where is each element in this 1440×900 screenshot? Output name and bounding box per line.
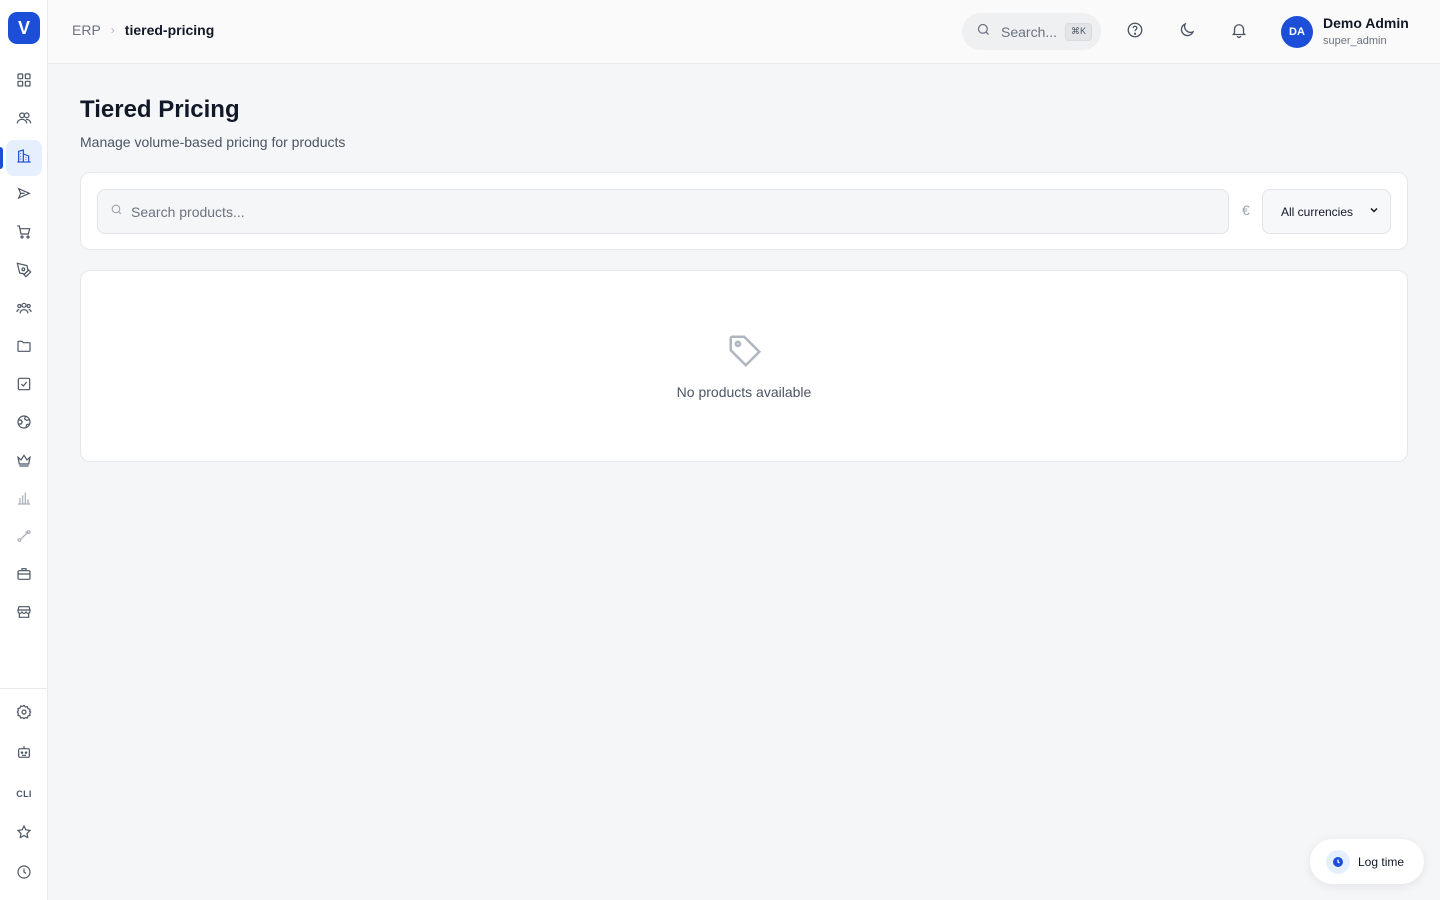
sidebar-item-analytics[interactable]	[6, 482, 42, 518]
store-icon	[16, 604, 32, 625]
sidebar-divider	[0, 688, 48, 689]
sidebar-item-bot[interactable]	[6, 736, 42, 772]
shopping-cart-icon	[16, 224, 32, 245]
global-search-button[interactable]: Search... ⌘K	[962, 13, 1101, 50]
clock-icon	[1326, 849, 1350, 874]
team-icon	[16, 300, 32, 321]
cli-label: CLI	[16, 789, 32, 799]
filter-card: € All currencies	[80, 172, 1408, 250]
clock-icon	[16, 864, 32, 885]
theme-toggle-button[interactable]	[1175, 20, 1199, 44]
bar-chart-icon	[16, 490, 32, 511]
log-time-button[interactable]: Log time	[1310, 839, 1424, 884]
users-icon	[16, 110, 32, 131]
chevron-down-icon	[1368, 204, 1380, 219]
sidebar-item-history[interactable]	[6, 856, 42, 892]
avatar[interactable]: DA	[1281, 16, 1313, 48]
chevron-right-icon: ›	[110, 23, 115, 37]
page-subtitle: Manage volume-based pricing for products	[80, 134, 346, 150]
sidebar-item-design[interactable]	[6, 254, 42, 290]
sidebar-item-shop[interactable]	[6, 216, 42, 252]
search-icon	[976, 22, 991, 42]
user-role: super_admin	[1323, 35, 1387, 47]
sidebar-item-team[interactable]	[6, 292, 42, 328]
tag-icon	[726, 332, 764, 370]
product-search-input[interactable]	[131, 203, 1211, 220]
product-search-field[interactable]	[97, 189, 1229, 234]
send-icon	[16, 186, 32, 207]
help-button[interactable]	[1123, 20, 1147, 44]
settings-icon	[16, 704, 32, 725]
bell-icon	[1230, 21, 1248, 44]
folder-icon	[16, 338, 32, 359]
sidebar-item-dashboard[interactable]	[6, 64, 42, 100]
sidebar-item-settings[interactable]	[6, 696, 42, 732]
page-title: Tiered Pricing	[80, 96, 240, 123]
dashboard-grid-icon	[16, 72, 32, 93]
sidebar-item-cli[interactable]: CLI	[6, 776, 42, 812]
sidebar-item-favorites[interactable]	[6, 816, 42, 852]
products-empty-state: No products available	[80, 270, 1408, 462]
log-time-label: Log time	[1358, 854, 1405, 869]
sidebar-item-web[interactable]	[6, 406, 42, 442]
sidebar-item-erp[interactable]	[6, 140, 42, 176]
user-name[interactable]: Demo Admin	[1323, 15, 1409, 31]
check-square-icon	[16, 376, 32, 397]
sidebar-item-send[interactable]	[6, 178, 42, 214]
breadcrumb-current: tiered-pricing	[124, 22, 215, 38]
star-icon	[16, 824, 32, 845]
breadcrumb-root[interactable]: ERP	[72, 22, 101, 38]
pen-tool-icon	[16, 262, 32, 283]
search-icon	[110, 203, 123, 221]
briefcase-icon	[16, 566, 32, 587]
sidebar-item-store[interactable]	[6, 596, 42, 632]
euro-icon: €	[1242, 202, 1250, 218]
active-indicator	[0, 147, 3, 169]
currency-select[interactable]: All currencies	[1262, 189, 1391, 234]
breadcrumb: ERP › tiered-pricing	[72, 22, 214, 38]
empty-state-message: No products available	[676, 384, 812, 400]
crown-icon	[16, 452, 32, 473]
sidebar: V CLI	[0, 0, 48, 900]
building-icon	[16, 148, 32, 169]
sidebar-item-users[interactable]	[6, 102, 42, 138]
sidebar-item-jobs[interactable]	[6, 558, 42, 594]
sidebar-item-tasks[interactable]	[6, 368, 42, 404]
search-shortcut-badge: ⌘K	[1065, 22, 1093, 41]
moon-icon	[1178, 21, 1196, 44]
global-search-placeholder: Search...	[1001, 23, 1058, 40]
help-circle-icon	[1126, 21, 1144, 44]
app-logo[interactable]: V	[8, 12, 40, 44]
sidebar-item-routes[interactable]	[6, 520, 42, 556]
sidebar-item-files[interactable]	[6, 330, 42, 366]
bot-icon	[16, 744, 32, 765]
route-icon	[16, 528, 32, 549]
top-header: ERP › tiered-pricing Search... ⌘K DA Dem…	[48, 0, 1440, 64]
globe-icon	[16, 414, 32, 435]
currency-select-value: All currencies	[1281, 204, 1354, 219]
notifications-button[interactable]	[1227, 20, 1251, 44]
sidebar-item-premium[interactable]	[6, 444, 42, 480]
